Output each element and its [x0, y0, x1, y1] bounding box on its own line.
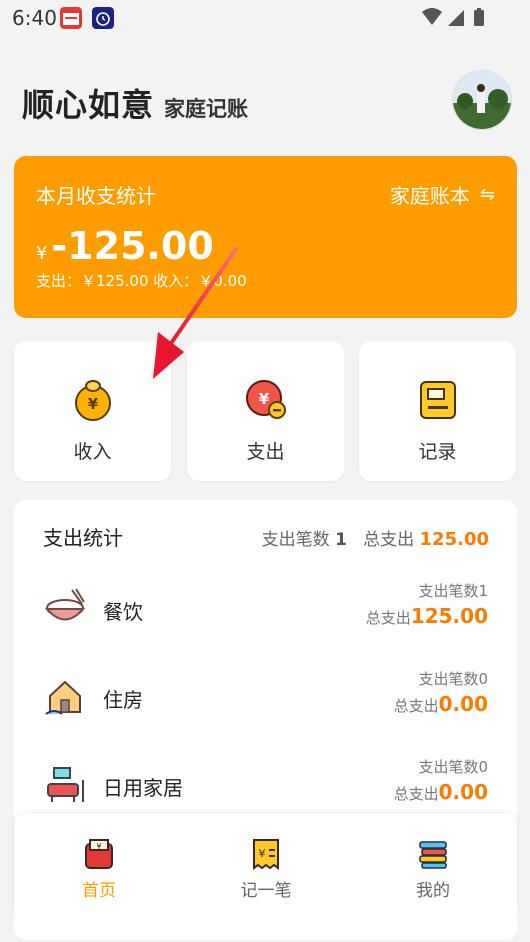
category-total: 总支出0.00 [394, 780, 488, 804]
home-goods-icon [47, 767, 84, 802]
currency-symbol: ¥ [36, 243, 48, 264]
category-row-housing[interactable]: 住房 支出笔数0 总支出0.00 [14, 668, 517, 748]
summary-title: 本月收支统计 [36, 184, 156, 208]
app-title: 顺心如意 [22, 86, 155, 124]
category-total-value: 0.00 [438, 780, 488, 804]
status-time: 6:40 [12, 6, 57, 30]
system-status-icons [422, 8, 484, 26]
stats-title: 支出统计 [43, 526, 123, 550]
svg-text:¥: ¥ [259, 390, 270, 408]
expense-tile[interactable]: ¥ 支出 [187, 341, 344, 481]
category-name: 餐饮 [103, 600, 143, 624]
category-total-value: 125.00 [410, 604, 488, 628]
record-tile[interactable]: 记录 [359, 341, 516, 481]
nav-add-record[interactable]: ¥ 记一笔 [206, 814, 326, 920]
house-icon [45, 680, 81, 715]
rice-bowl-icon [44, 588, 86, 621]
category-name: 住房 [103, 688, 143, 712]
monthly-summary-card: 本月收支统计 家庭账本 ⇋ ¥ -125.00 支出：￥125.00 收入：￥0… [14, 156, 517, 318]
account-book-switch[interactable]: 家庭账本 ⇋ [390, 180, 495, 209]
stats-total-label: 总支出 [363, 530, 415, 550]
svg-text:¥: ¥ [259, 847, 266, 860]
stats-count: 1 [335, 530, 347, 550]
balance-amount: ¥ -125.00 [36, 224, 214, 268]
category-row-dining[interactable]: 餐饮 支出笔数1 总支出125.00 [14, 580, 517, 660]
record-list-icon [420, 381, 456, 419]
calendar-app-icon [60, 7, 82, 29]
status-bar: 6:40 [0, 0, 530, 36]
expense-label: 支出 [246, 441, 285, 463]
category-total-label: 总支出 [365, 609, 411, 627]
category-count: 支出笔数0 [418, 670, 488, 688]
balance-value: -125.00 [51, 224, 214, 268]
category-count: 支出笔数1 [418, 582, 488, 600]
stats-summary: 支出笔数 1 总支出 125.00 [262, 525, 489, 550]
nav-profile[interactable]: 我的 [373, 814, 493, 920]
account-book-label: 家庭账本 [389, 184, 470, 208]
category-name: 日用家居 [103, 776, 183, 800]
record-label: 记录 [418, 441, 457, 463]
stats-total: 125.00 [419, 529, 489, 550]
avatar[interactable] [452, 70, 512, 130]
income-tile[interactable]: ¥ 收入 [14, 341, 171, 481]
books-stack-icon [419, 841, 447, 869]
app-subtitle: 家庭记账 [164, 97, 249, 121]
swap-icon: ⇋ [479, 184, 495, 205]
income-label: 收入 [73, 441, 112, 463]
receipt-icon: ¥ [253, 839, 279, 870]
category-total-value: 0.00 [438, 692, 488, 716]
alarm-app-icon [92, 7, 114, 29]
category-total-label: 总支出 [393, 697, 439, 715]
avatar-photo-icon [453, 71, 511, 129]
category-total-label: 总支出 [393, 785, 439, 803]
stats-count-label: 支出笔数 [261, 530, 330, 550]
income-coin-icon: ¥ [75, 380, 111, 421]
category-total: 总支出125.00 [366, 604, 488, 628]
svg-text:¥: ¥ [96, 842, 101, 851]
svg-text:¥: ¥ [88, 395, 99, 413]
home-wallet-icon: ¥ [85, 839, 113, 869]
bottom-nav: ¥ 首页 ¥ 记一笔 我的 [14, 814, 517, 920]
income-expense-detail: 支出：￥125.00 收入：￥0.00 [36, 272, 247, 290]
nav-add-record-label: 记一笔 [240, 881, 292, 901]
nav-home-label: 首页 [82, 881, 116, 901]
nav-profile-label: 我的 [416, 881, 450, 901]
category-count: 支出笔数0 [418, 758, 488, 776]
nav-home[interactable]: ¥ 首页 [39, 814, 159, 920]
expense-coin-icon: ¥ [246, 380, 286, 419]
app-header: 顺心如意 家庭记账 [22, 80, 248, 126]
category-total: 总支出0.00 [394, 692, 488, 716]
